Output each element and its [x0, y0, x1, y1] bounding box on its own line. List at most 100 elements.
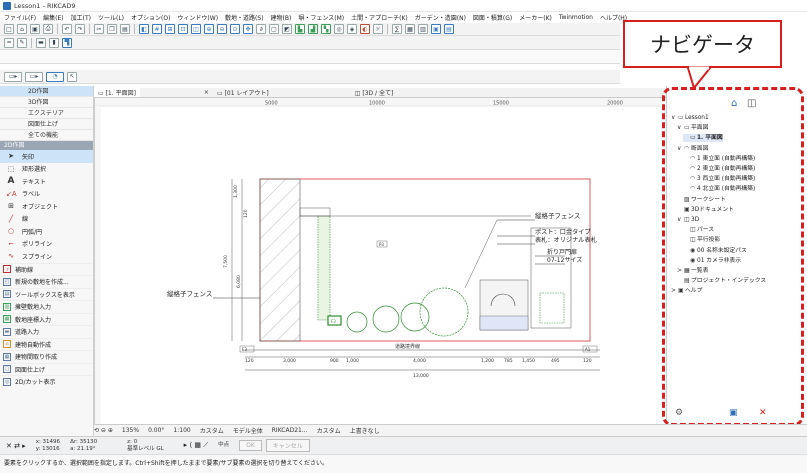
zoom-field[interactable]: 135%	[122, 427, 139, 434]
plan-view-icon[interactable]: ▙	[295, 24, 305, 34]
tool-object[interactable]: ⊞ オブジェクト	[0, 200, 93, 213]
toolbox-tab-exterior[interactable]: エクステリア	[0, 108, 93, 119]
tool-polyline[interactable]: ⌐ ポリライン	[0, 238, 93, 251]
brush-icon[interactable]: ∂	[256, 24, 266, 34]
cmd-building-auto[interactable]: ⌂ 建物自動作成	[0, 337, 93, 351]
open-file-icon[interactable]: ⌂	[17, 24, 27, 34]
tool-arrow[interactable]: ➤ 矢印	[0, 150, 93, 163]
line-style-icon[interactable]: ═	[4, 37, 14, 48]
scale-field[interactable]: 1:100	[173, 427, 190, 434]
calc-icon[interactable]: ∑	[392, 24, 402, 34]
menu-item[interactable]: 図面・積算(G)	[473, 13, 512, 22]
menu-item[interactable]: ツール(L)	[98, 13, 124, 22]
tab-layout[interactable]: ▭ [01 レイアウト]	[213, 88, 273, 97]
cmd-retaining-site[interactable]: ▥ 擁壁敷地入力	[0, 300, 93, 313]
layer-dropdown[interactable]: RIKCAD21...	[272, 427, 308, 434]
trace-icon[interactable]: ◫	[191, 24, 201, 34]
camera-icon[interactable]: ◎	[334, 24, 344, 34]
copy-icon[interactable]: ❐	[107, 24, 117, 34]
label-fence-right[interactable]: 縦格子フェンス	[535, 211, 580, 220]
tool-text[interactable]: A テキスト	[0, 175, 93, 188]
ok-button[interactable]: OK	[239, 440, 262, 451]
cmd-guideline[interactable]: ┌ 補助線	[0, 262, 93, 276]
structure-icon[interactable]: ▜	[62, 37, 72, 48]
3d-view-icon[interactable]: ◩	[282, 24, 292, 34]
label-gate[interactable]: 折り戸門扉	[547, 248, 577, 256]
menu-item[interactable]: ガーデン・造園(N)	[415, 13, 466, 22]
cmd-2d-cut[interactable]: ◎ 2D/カット表示	[0, 375, 93, 388]
menu-item[interactable]: Twinmotion	[559, 14, 593, 21]
snap-icon[interactable]: ⊡	[178, 24, 188, 34]
label-fence-left[interactable]: 縦格子フェンス	[167, 289, 212, 298]
pan-icon[interactable]: ✥	[243, 24, 253, 34]
zoom-out-icon[interactable]: ⊖	[217, 24, 227, 34]
tool-rect-select[interactable]: ⬚ 矩形選択	[0, 163, 93, 176]
elevation-icon[interactable]: ▟	[308, 24, 318, 34]
library-icon[interactable]: ▥	[418, 24, 428, 34]
fit-icon[interactable]: ⊙	[230, 24, 240, 34]
cancel-button[interactable]: キャンセル	[265, 439, 310, 452]
menu-item[interactable]: 建物(B)	[271, 13, 292, 22]
paste-icon[interactable]: ▤	[120, 24, 130, 34]
cmd-road[interactable]: ▬ 道路入力	[0, 325, 93, 338]
3d-cube-icon[interactable]: ▢	[269, 24, 279, 34]
light-icon[interactable]: ☼	[373, 24, 383, 34]
cut-icon[interactable]: ✂	[94, 24, 104, 34]
guide-icon[interactable]: ⊞	[165, 24, 175, 34]
tree-3[interactable]	[400, 302, 430, 332]
view-dropdown[interactable]: カスタム	[200, 426, 224, 435]
section-icon[interactable]: ▚	[321, 24, 331, 34]
menu-item[interactable]: メーカー(K)	[519, 13, 552, 22]
tab-3d[interactable]: ◫ [3D / 全て]	[351, 88, 398, 97]
menu-item[interactable]: 敷地・道路(S)	[225, 13, 264, 22]
menu-item[interactable]: 土間・アプローチ(K)	[351, 13, 408, 22]
render-icon[interactable]: ◈	[347, 24, 357, 34]
label-post[interactable]: ポスト：口金タイプ	[535, 228, 591, 236]
save-icon[interactable]: ▣	[30, 24, 40, 34]
label-sign[interactable]: 表札：オリジナル表札	[535, 236, 597, 244]
angle-field[interactable]: 0.00°	[148, 427, 164, 434]
print-icon[interactable]: ⎙	[43, 24, 53, 34]
new-file-icon[interactable]: □	[4, 24, 14, 34]
layer-icon[interactable]: ◧	[139, 24, 149, 34]
menu-item[interactable]: 編集(E)	[43, 13, 63, 22]
tool-arc[interactable]: ○ 円弧/円	[0, 225, 93, 238]
toolbox-tab-finish[interactable]: 図面仕上げ	[0, 119, 93, 130]
cmd-drawing-finish[interactable]: ▢ 図面仕上げ	[0, 362, 93, 376]
publish-icon[interactable]: ▣	[431, 24, 441, 34]
wall-icon[interactable]: ▬	[36, 37, 46, 48]
toolbox-tab-all[interactable]: 全ての機能	[0, 130, 93, 141]
tab-floor-plan[interactable]: ▭ [1. 平面図]	[94, 88, 140, 97]
redo-icon[interactable]: ↷	[75, 24, 85, 34]
grid-icon[interactable]: #	[152, 24, 162, 34]
hedge-strip[interactable]	[317, 215, 331, 321]
zoom-in-icon[interactable]: ⊕	[204, 24, 214, 34]
tree-4[interactable]	[419, 287, 469, 337]
cmd-site-coords[interactable]: ▦ 敷地座標入力	[0, 312, 93, 326]
drawing-canvas[interactable]: 5000 10000 15000 20000 縦格子フェンス 縦格子フェンス ポ…	[94, 98, 661, 424]
tab-close-icon[interactable]: ×	[200, 89, 213, 96]
pointer-icon[interactable]: ↖	[67, 71, 77, 82]
tool-label[interactable]: ↙A ラベル	[0, 188, 93, 201]
cmd-new-site[interactable]: ◰ 新規の敷地を作成...	[0, 275, 93, 288]
undo-view-icon[interactable]: ⟲ ⊖ ⊕	[94, 427, 113, 434]
cmd-show-toolbox[interactable]: ▤ ツールボックスを表示	[0, 287, 93, 301]
menu-item[interactable]: オプション(O)	[131, 13, 170, 22]
building-hatch[interactable]	[259, 178, 301, 342]
constraint-tools-icon[interactable]: ▸ ⟨ ▦ ⟋	[184, 441, 208, 450]
label-gate-size[interactable]: 07-12サイズ	[547, 256, 582, 264]
overwrite-dropdown[interactable]: 上書きなし	[350, 426, 380, 435]
toolbox-tab-3d[interactable]: 3D作図	[0, 97, 93, 108]
toolbox-tab-2d[interactable]: 2D作図	[0, 86, 93, 97]
material-icon[interactable]: ◐	[360, 24, 370, 34]
tree-2[interactable]	[372, 305, 400, 333]
floor-select-icon[interactable]: ▭▸	[4, 71, 22, 82]
menu-item[interactable]: ウィンドウ(W)	[177, 13, 218, 22]
cmd-building-plan[interactable]: ▦ 建物間取り作成	[0, 350, 93, 363]
tool-spline[interactable]: ∿ スプライン	[0, 250, 93, 263]
custom-dropdown[interactable]: カスタム	[317, 426, 341, 435]
menu-item[interactable]: ファイル(F)	[4, 13, 36, 22]
tree-1[interactable]	[346, 311, 368, 333]
layout-icon[interactable]: ▤	[444, 24, 454, 34]
menu-item[interactable]: 塀・フェンス(M)	[298, 13, 344, 22]
